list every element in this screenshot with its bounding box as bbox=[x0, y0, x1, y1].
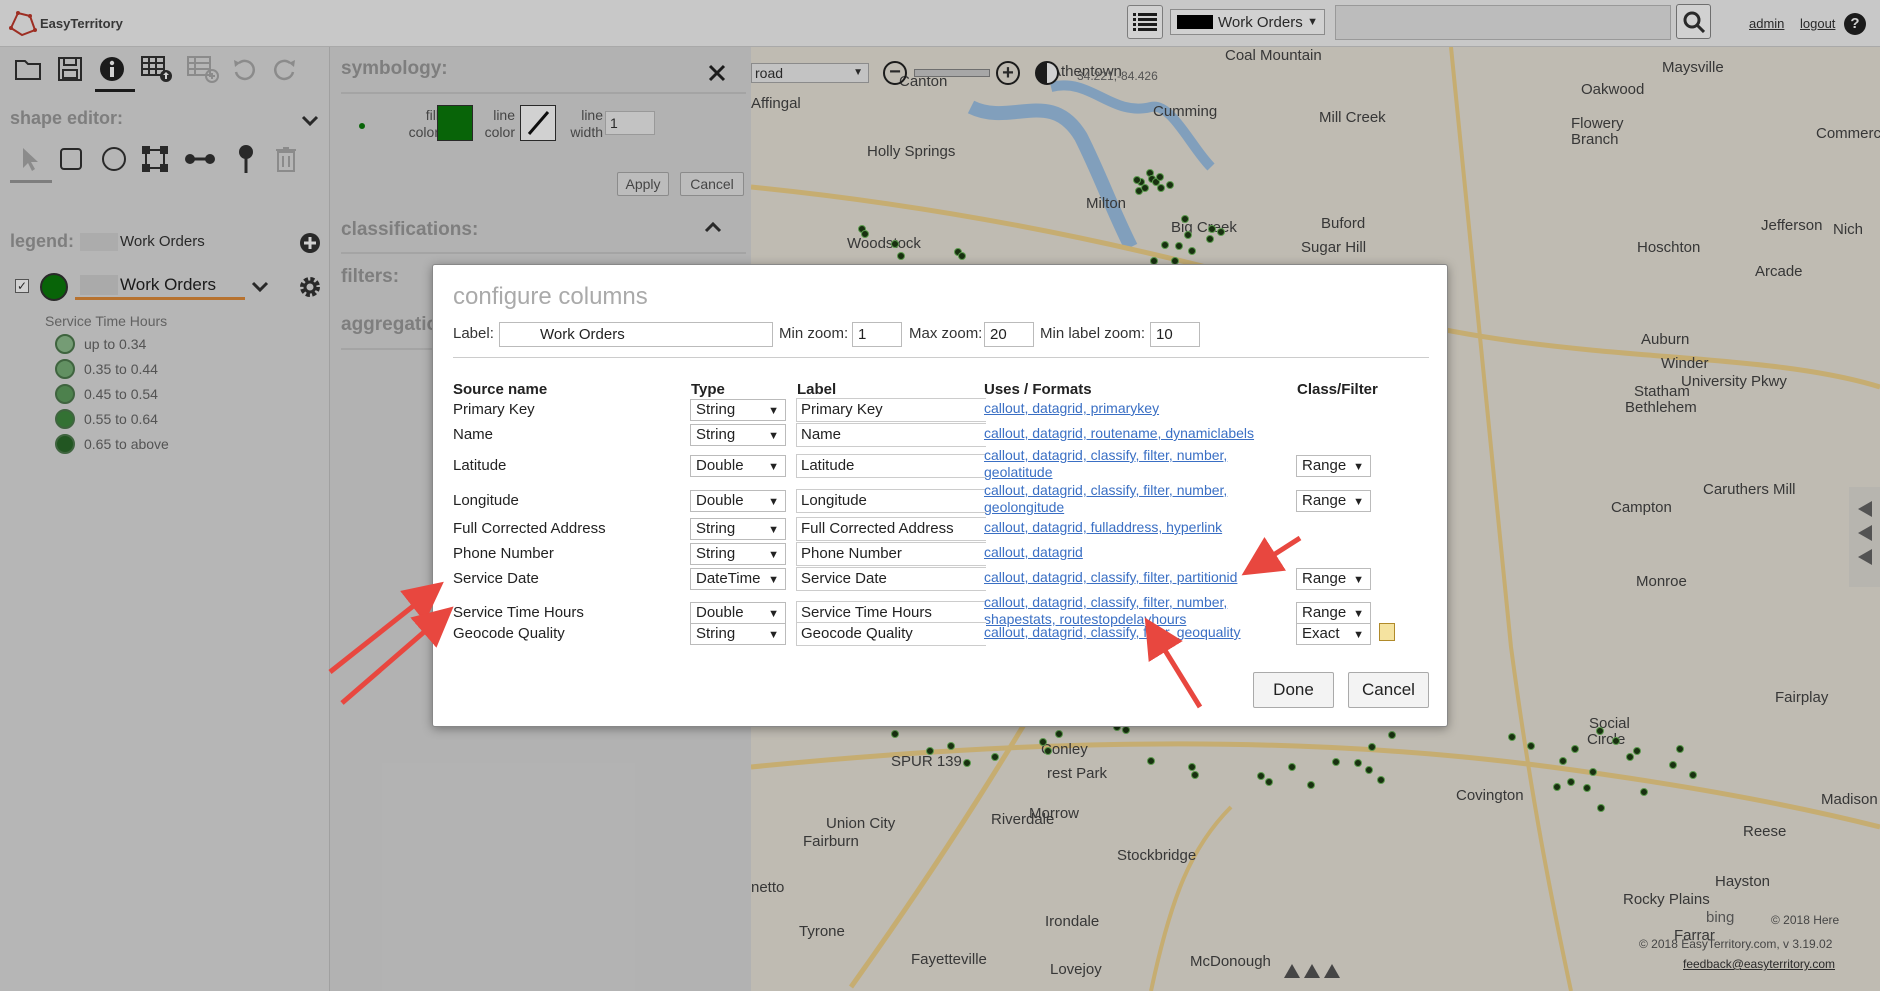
row-label-input[interactable]: Service Date bbox=[796, 567, 986, 591]
chevron-down-icon: ▼ bbox=[768, 405, 779, 417]
row-label-input[interactable]: Latitude bbox=[796, 454, 986, 478]
row-type-value: String bbox=[696, 520, 736, 537]
row-type-value: Double bbox=[696, 492, 744, 509]
row-type-select[interactable]: DateTime ▼ bbox=[690, 568, 786, 590]
chevron-down-icon: ▼ bbox=[1353, 608, 1364, 620]
row-uses-link[interactable]: callout, datagrid, classify, filter, num… bbox=[984, 482, 1284, 516]
row-type-select[interactable]: String ▼ bbox=[690, 424, 786, 446]
row-uses-link[interactable]: callout, datagrid, classify, filter, num… bbox=[984, 447, 1284, 481]
chevron-down-icon: ▼ bbox=[1353, 629, 1364, 641]
row-class-filter-select[interactable]: Range ▼ bbox=[1296, 602, 1371, 624]
row-class-filter-select[interactable]: Exact ▼ bbox=[1296, 623, 1371, 645]
row-uses-line[interactable]: geolongitude bbox=[984, 499, 1284, 516]
row-uses-line[interactable]: callout, datagrid, classify, filter, geo… bbox=[984, 624, 1284, 641]
row-uses-link[interactable]: callout, datagrid, routename, dynamiclab… bbox=[984, 425, 1284, 442]
row-type-value: String bbox=[696, 426, 736, 443]
row-class-filter-value: Range bbox=[1302, 570, 1347, 587]
row-type-value: Double bbox=[696, 604, 744, 621]
chevron-down-icon: ▼ bbox=[768, 629, 779, 641]
row-uses-line[interactable]: callout, datagrid bbox=[984, 544, 1284, 561]
row-type-value: String bbox=[696, 545, 736, 562]
row-type-select[interactable]: Double ▼ bbox=[690, 602, 786, 624]
row-uses-link[interactable]: callout, datagrid, primarykey bbox=[984, 400, 1284, 417]
min-zoom-input[interactable]: 1 bbox=[852, 322, 902, 347]
row-class-filter-select[interactable]: Range ▼ bbox=[1296, 490, 1371, 512]
chevron-down-icon: ▼ bbox=[1353, 496, 1364, 508]
row-class-filter-value: Range bbox=[1302, 492, 1347, 509]
row-source-name: Service Date bbox=[453, 570, 539, 587]
row-class-filter-value: Range bbox=[1302, 604, 1347, 621]
chevron-down-icon: ▼ bbox=[768, 549, 779, 561]
row-type-value: String bbox=[696, 401, 736, 418]
chevron-down-icon: ▼ bbox=[768, 496, 779, 508]
label-field-label: Label: bbox=[453, 325, 494, 342]
row-label-input[interactable]: Primary Key bbox=[796, 398, 986, 422]
row-label-input[interactable]: Geocode Quality bbox=[796, 622, 986, 646]
row-uses-line[interactable]: callout, datagrid, fulladdress, hyperlin… bbox=[984, 519, 1284, 536]
row-type-value: String bbox=[696, 625, 736, 642]
row-source-name: Geocode Quality bbox=[453, 625, 565, 642]
row-type-select[interactable]: String ▼ bbox=[690, 543, 786, 565]
row-source-name: Service Time Hours bbox=[453, 604, 584, 621]
type-header: Type bbox=[691, 381, 725, 398]
row-uses-link[interactable]: callout, datagrid, classify, filter, par… bbox=[984, 569, 1284, 586]
divider bbox=[453, 357, 1429, 358]
chevron-down-icon: ▼ bbox=[768, 524, 779, 536]
min-label-zoom-label: Min label zoom: bbox=[1040, 325, 1146, 342]
uses-formats-header: Uses / Formats bbox=[984, 381, 1092, 398]
row-type-select[interactable]: String ▼ bbox=[690, 518, 786, 540]
edit-values-icon[interactable] bbox=[1379, 623, 1395, 641]
row-type-select[interactable]: Double ▼ bbox=[690, 490, 786, 512]
row-uses-line[interactable]: geolatitude bbox=[984, 464, 1284, 481]
row-type-select[interactable]: String ▼ bbox=[690, 399, 786, 421]
max-zoom-input[interactable]: 20 bbox=[984, 322, 1034, 347]
row-source-name: Full Corrected Address bbox=[453, 520, 606, 537]
row-type-select[interactable]: String ▼ bbox=[690, 623, 786, 645]
dialog-cancel-button[interactable]: Cancel bbox=[1348, 672, 1429, 708]
source-name-header: Source name bbox=[453, 381, 548, 398]
row-label-input[interactable]: Full Corrected Address bbox=[796, 517, 986, 541]
row-uses-line[interactable]: callout, datagrid, primarykey bbox=[984, 400, 1284, 417]
row-type-value: DateTime bbox=[696, 570, 761, 587]
class-filter-header: Class/Filter bbox=[1297, 381, 1378, 398]
row-source-name: Primary Key bbox=[453, 401, 535, 418]
chevron-down-icon: ▼ bbox=[768, 430, 779, 442]
chevron-down-icon: ▼ bbox=[768, 461, 779, 473]
row-label-input[interactable]: Phone Number bbox=[796, 542, 986, 566]
row-source-name: Longitude bbox=[453, 492, 519, 509]
done-button[interactable]: Done bbox=[1253, 672, 1334, 708]
row-class-filter-value: Exact bbox=[1302, 625, 1340, 642]
row-label-input[interactable]: Longitude bbox=[796, 489, 986, 513]
min-label-zoom-input[interactable]: 10 bbox=[1150, 322, 1200, 347]
row-source-name: Latitude bbox=[453, 457, 507, 474]
chevron-down-icon: ▼ bbox=[1353, 574, 1364, 586]
row-uses-line[interactable]: callout, datagrid, classify, filter, num… bbox=[984, 594, 1284, 611]
label-header: Label bbox=[797, 381, 837, 398]
row-label-input[interactable]: Name bbox=[796, 423, 986, 447]
chevron-down-icon: ▼ bbox=[768, 608, 779, 620]
row-uses-line[interactable]: callout, datagrid, routename, dynamiclab… bbox=[984, 425, 1284, 442]
row-uses-link[interactable]: callout, datagrid bbox=[984, 544, 1284, 561]
row-uses-line[interactable]: callout, datagrid, classify, filter, par… bbox=[984, 569, 1284, 586]
row-uses-link[interactable]: callout, datagrid, classify, filter, num… bbox=[984, 594, 1284, 628]
row-source-name: Name bbox=[453, 426, 494, 443]
configure-columns-dialog: configure columns Label: Work Orders Min… bbox=[432, 264, 1448, 727]
row-uses-link[interactable]: callout, datagrid, classify, filter, geo… bbox=[984, 624, 1284, 641]
dialog-title: configure columns bbox=[453, 283, 648, 310]
row-class-filter-select[interactable]: Range ▼ bbox=[1296, 455, 1371, 477]
min-zoom-label: Min zoom: bbox=[779, 325, 849, 342]
row-uses-line[interactable]: callout, datagrid, classify, filter, num… bbox=[984, 447, 1284, 464]
label-input[interactable]: Work Orders bbox=[499, 322, 773, 347]
row-source-name: Phone Number bbox=[453, 545, 554, 562]
row-type-select[interactable]: Double ▼ bbox=[690, 455, 786, 477]
chevron-down-icon: ▼ bbox=[768, 574, 779, 586]
row-class-filter-value: Range bbox=[1302, 457, 1347, 474]
max-zoom-label: Max zoom: bbox=[909, 325, 983, 342]
row-uses-link[interactable]: callout, datagrid, fulladdress, hyperlin… bbox=[984, 519, 1284, 536]
row-uses-line[interactable]: callout, datagrid, classify, filter, num… bbox=[984, 482, 1284, 499]
row-type-value: Double bbox=[696, 457, 744, 474]
row-class-filter-select[interactable]: Range ▼ bbox=[1296, 568, 1371, 590]
chevron-down-icon: ▼ bbox=[1353, 461, 1364, 473]
